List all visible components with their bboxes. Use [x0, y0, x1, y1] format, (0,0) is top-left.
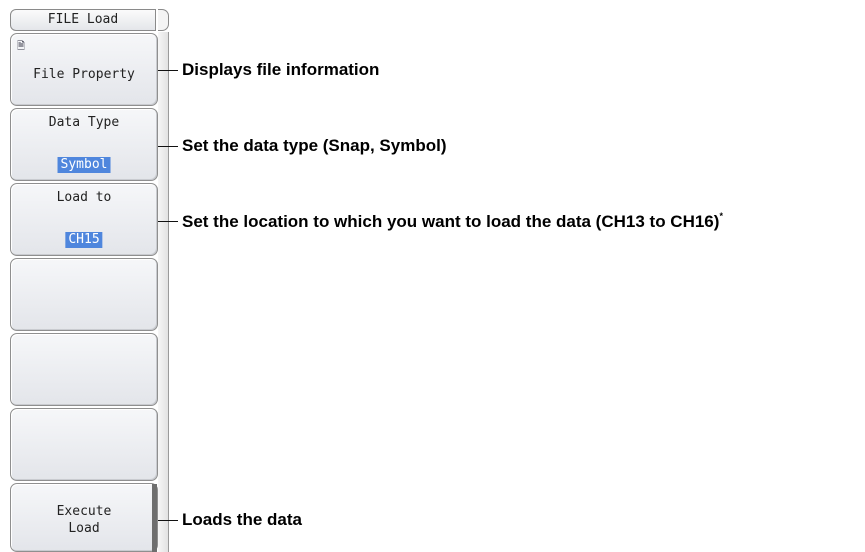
file-property-label: File Property — [33, 67, 135, 82]
data-type-value: Symbol — [57, 157, 111, 173]
callout-line-load-to — [158, 221, 178, 222]
callout-line-execute — [158, 520, 178, 521]
callout-load-to-text: Set the location to which you want to lo… — [182, 212, 720, 231]
title-cap — [158, 9, 169, 31]
menu-title: FILE Load — [10, 9, 156, 31]
load-to-value: CH15 — [65, 232, 103, 248]
callout-line-data-type — [158, 146, 178, 147]
callout-load-to: Set the location to which you want to lo… — [182, 211, 723, 232]
load-label: Load — [68, 521, 100, 536]
callout-data-type: Set the data type (Snap, Symbol) — [182, 136, 447, 155]
blank-softkey-5[interactable] — [10, 333, 158, 406]
callout-line-file-property — [158, 70, 178, 71]
data-type-label: Data Type — [48, 115, 120, 130]
callout-file-property: Displays file information — [182, 60, 380, 79]
execute-button-edge — [152, 484, 157, 552]
file-info-icon: 🗎 — [17, 41, 26, 52]
callout-execute: Loads the data — [182, 510, 302, 529]
load-to-button[interactable]: Load to CH15 — [10, 183, 158, 256]
load-to-label: Load to — [56, 190, 112, 205]
file-property-button[interactable]: 🗎 File Property — [10, 33, 158, 106]
footnote-mark: * — [719, 211, 723, 221]
blank-softkey-4[interactable] — [10, 258, 158, 331]
softkey-rail — [158, 32, 169, 552]
execute-label: Execute — [56, 504, 112, 519]
blank-softkey-6[interactable] — [10, 408, 158, 481]
execute-load-button[interactable]: Execute Load — [10, 483, 158, 552]
data-type-button[interactable]: Data Type Symbol — [10, 108, 158, 181]
execute-load-label: Execute Load — [11, 503, 157, 537]
